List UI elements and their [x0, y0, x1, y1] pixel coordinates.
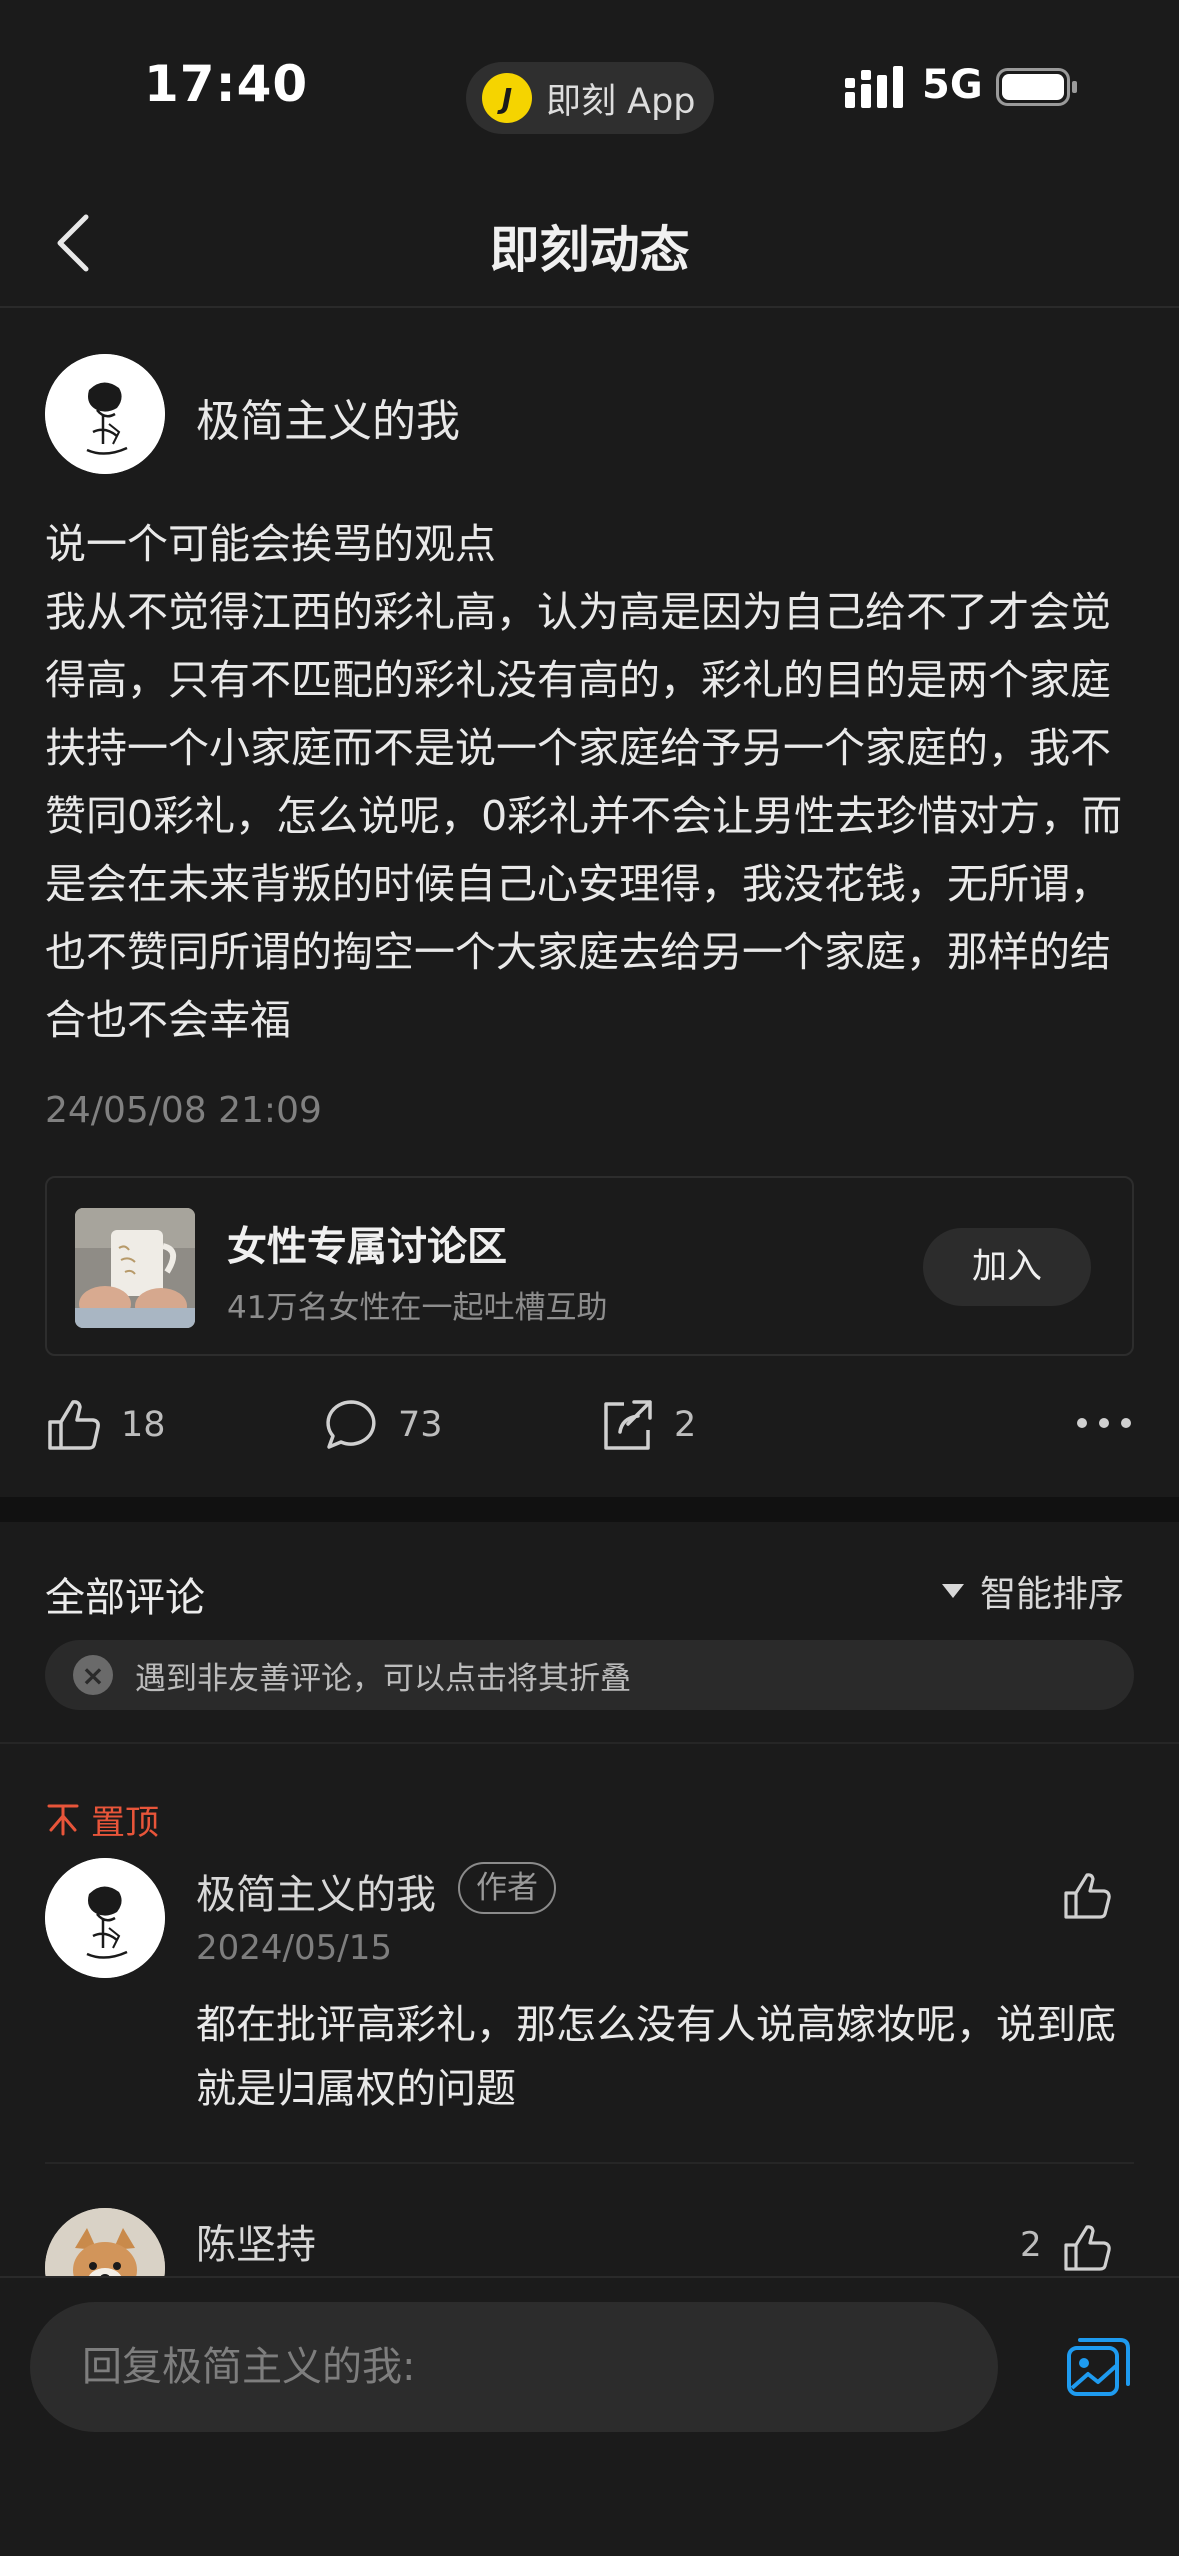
post-body-text: 说一个可能会挨骂的观点 我从不觉得江西的彩礼高，认为高是因为自己给不了才会觉得高…: [45, 520, 1123, 1044]
page-title: 即刻动态: [489, 221, 690, 279]
share-icon: [604, 1400, 652, 1450]
comment-count: 73: [398, 1405, 443, 1445]
close-icon[interactable]: ×: [73, 1655, 113, 1695]
comments-section-title: 全部评论: [45, 1575, 205, 1621]
caret-down-icon: [942, 1584, 964, 1598]
app-return-pill[interactable]: J 即刻 App: [466, 62, 714, 134]
pin-icon: [47, 1804, 79, 1835]
comment-button[interactable]: 73: [322, 1390, 443, 1460]
comment-author-name[interactable]: 极简主义的我: [196, 1862, 436, 1920]
more-options-icon[interactable]: [1076, 1408, 1132, 1438]
topic-group-card[interactable]: 女性专属讨论区 41万名女性在一起吐槽互助 加入: [45, 1176, 1134, 1356]
speech-bubble-icon: [326, 1400, 376, 1449]
section-divider: [0, 1497, 1179, 1522]
comment-author-name[interactable]: 陈坚持: [196, 2212, 316, 2270]
comment-body-text: 都在批评高彩礼，那怎么没有人说高嫁妆呢，说到底就是归属权的问题: [196, 2002, 1116, 2112]
mug-photo-icon: [75, 1208, 195, 1328]
jike-app-icon: J: [482, 73, 532, 123]
comment-like-count: 2: [1020, 2225, 1042, 2265]
like-button[interactable]: 18: [45, 1390, 166, 1460]
reply-input[interactable]: [30, 2302, 998, 2432]
thumbs-up-icon: [48, 1400, 100, 1450]
divider: [0, 1742, 1179, 1744]
fold-hint-banner[interactable]: × 遇到非友善评论，可以点击将其折叠: [45, 1640, 1134, 1710]
comment-like-icon[interactable]: [1062, 1870, 1114, 1922]
image-picker-icon[interactable]: [1066, 2336, 1132, 2398]
sort-label: 智能排序: [980, 1574, 1125, 1615]
sketch-portrait-icon: [45, 354, 165, 474]
pinned-label: 置顶: [91, 1803, 159, 1843]
comment-author-avatar[interactable]: [45, 1858, 165, 1978]
reply-bar: [0, 2276, 1179, 2556]
divider: [45, 2162, 1134, 2164]
post-timestamp: 24/05/08 21:09: [45, 1090, 322, 1131]
group-member-count: 41万名女性在一起吐槽互助: [227, 1290, 608, 1326]
post-action-bar: 18 73 2: [0, 1390, 1179, 1460]
sort-dropdown[interactable]: 智能排序: [942, 1565, 1124, 1617]
sketch-portrait-icon: [45, 1858, 165, 1978]
cellular-signal-icon: [845, 66, 903, 108]
status-time: 17:40: [144, 55, 309, 113]
post-author-avatar[interactable]: [45, 354, 165, 474]
share-button[interactable]: 2: [598, 1390, 696, 1460]
comment-like-icon[interactable]: [1062, 2222, 1114, 2274]
post-author-name[interactable]: 极简主义的我: [196, 385, 460, 449]
group-thumbnail: [75, 1208, 195, 1328]
nav-header: 即刻动态: [0, 175, 1179, 308]
pinned-badge: 置顶: [45, 1795, 159, 1844]
network-type: 5G: [922, 62, 983, 108]
status-bar: 17:40 J 即刻 App 5G: [0, 0, 1179, 175]
join-group-button[interactable]: 加入: [923, 1228, 1091, 1306]
app-return-label: 即刻 App: [546, 81, 696, 122]
author-badge: 作者: [458, 1862, 556, 1914]
comment-date: 2024/05/15: [196, 1928, 392, 1968]
battery-icon: [996, 68, 1077, 106]
share-count: 2: [674, 1405, 697, 1445]
like-count: 18: [121, 1405, 166, 1445]
fold-hint-text: 遇到非友善评论，可以点击将其折叠: [135, 1660, 631, 1697]
group-name: 女性专属讨论区: [227, 1224, 507, 1270]
